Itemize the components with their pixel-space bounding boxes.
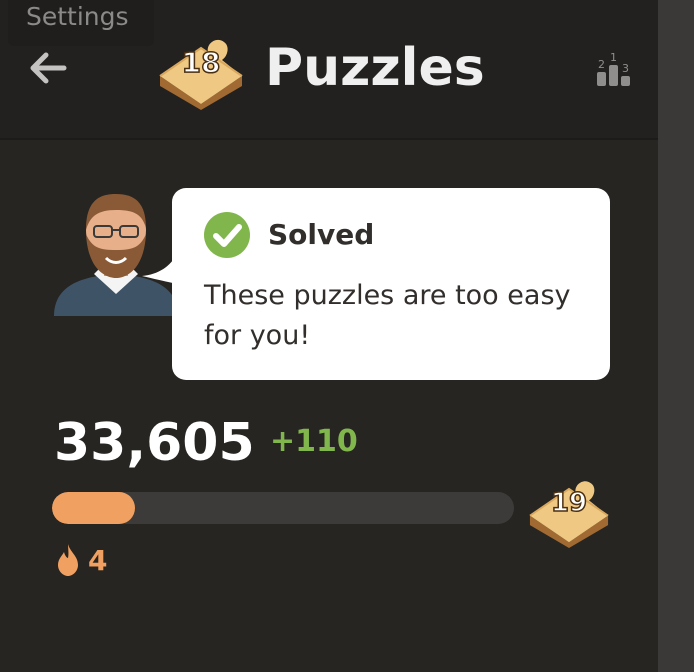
coach-message: These puzzles are too easy for you! [204, 280, 571, 351]
next-level-badge: 19 [526, 468, 612, 548]
window-edge [658, 0, 694, 672]
leaderboard-icon[interactable]: 2 1 3 [594, 50, 634, 90]
svg-text:1: 1 [610, 51, 617, 64]
settings-tab[interactable]: Settings [8, 0, 154, 46]
level-progress-bar [52, 492, 514, 524]
svg-text:3: 3 [622, 62, 629, 75]
solved-status: Solved [268, 218, 375, 251]
flame-icon [56, 544, 80, 576]
svg-text:2: 2 [598, 58, 605, 71]
header-divider [0, 138, 658, 140]
rating-change: +110 [270, 424, 358, 459]
puzzle-level-badge: 18 [156, 26, 246, 110]
streak-count: 4 [88, 544, 108, 577]
current-level-number: 18 [181, 45, 221, 80]
level-progress-fill [52, 492, 136, 524]
check-circle-icon [204, 212, 250, 258]
puzzle-rating: 33,605 [54, 413, 255, 473]
next-level-number: 19 [550, 487, 588, 519]
back-arrow-icon[interactable] [26, 48, 70, 88]
page-title: Puzzles [265, 38, 485, 98]
